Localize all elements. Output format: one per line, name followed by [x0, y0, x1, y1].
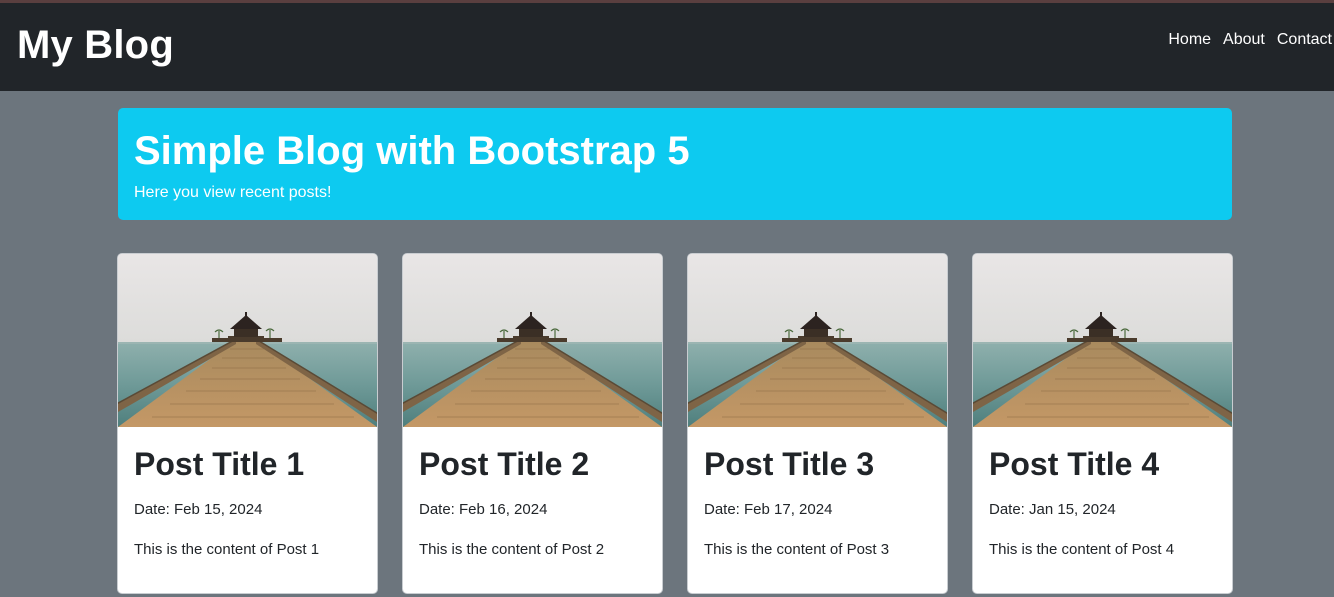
hero-banner: Simple Blog with Bootstrap 5 Here you vi… — [118, 108, 1232, 220]
nav-links: Home About Contact — [1162, 29, 1334, 51]
post-date: Date: Jan 15, 2024 — [989, 501, 1116, 518]
pier-photo — [688, 254, 947, 427]
post-content: This is the content of Post 3 — [704, 541, 890, 558]
post-title: Post Title 2 — [419, 446, 590, 482]
nav-link-contact[interactable]: Contact — [1271, 29, 1334, 51]
nav-link-about[interactable]: About — [1217, 29, 1271, 51]
navbar: My Blog Home About Contact — [0, 3, 1334, 91]
nav-link-home[interactable]: Home — [1162, 29, 1217, 51]
post-card: Post Title 2 Date: Feb 16, 2024 This is … — [402, 253, 663, 594]
post-title: Post Title 3 — [704, 446, 875, 482]
post-date: Date: Feb 16, 2024 — [419, 501, 548, 518]
post-content: This is the content of Post 4 — [989, 541, 1175, 558]
post-title: Post Title 4 — [989, 446, 1160, 482]
post-card: Post Title 3 Date: Feb 17, 2024 This is … — [687, 253, 948, 594]
post-date: Date: Feb 15, 2024 — [134, 501, 263, 518]
post-content: This is the content of Post 2 — [419, 541, 605, 558]
post-date: Date: Feb 17, 2024 — [704, 501, 833, 518]
hero-title: Simple Blog with Bootstrap 5 — [134, 129, 690, 173]
pier-photo — [403, 254, 662, 427]
post-card: Post Title 4 Date: Jan 15, 2024 This is … — [972, 253, 1233, 594]
post-content: This is the content of Post 1 — [134, 541, 320, 558]
post-card: Post Title 1 Date: Feb 15, 2024 This is … — [117, 253, 378, 594]
pier-photo — [118, 254, 377, 427]
brand-title[interactable]: My Blog — [17, 21, 174, 69]
post-title: Post Title 1 — [134, 446, 305, 482]
pier-photo — [973, 254, 1232, 427]
hero-subtitle: Here you view recent posts! — [134, 184, 332, 201]
